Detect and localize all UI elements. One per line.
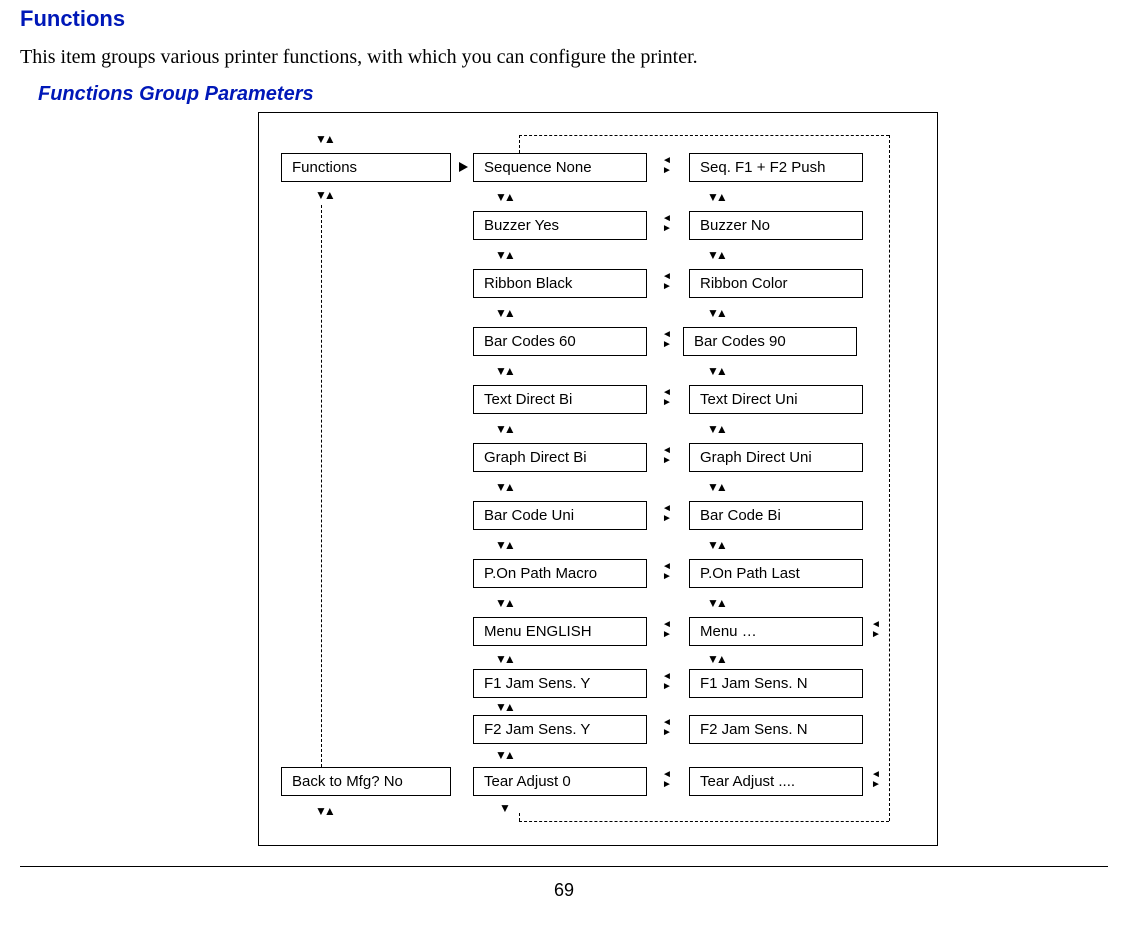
box-functions: Functions <box>281 153 451 182</box>
leftright-icon <box>660 621 680 641</box>
updown-icon <box>707 305 725 321</box>
updown-icon <box>707 189 725 205</box>
right-arrow-icon <box>459 162 468 172</box>
box-f2-jam-n: F2 Jam Sens. N <box>689 715 863 744</box>
leftright-icon <box>660 389 680 409</box>
updown-icon <box>495 421 513 437</box>
box-f1-jam-y: F1 Jam Sens. Y <box>473 669 647 698</box>
box-sequence-none: Sequence None <box>473 153 647 182</box>
box-text-direct-uni: Text Direct Uni <box>689 385 863 414</box>
page-number: 69 <box>0 880 1128 901</box>
updown-icon <box>495 537 513 553</box>
box-graph-direct-uni: Graph Direct Uni <box>689 443 863 472</box>
updown-icon <box>495 363 513 379</box>
box-f1-jam-n: F1 Jam Sens. N <box>689 669 863 698</box>
box-graph-direct-bi: Graph Direct Bi <box>473 443 647 472</box>
section-subtitle: Functions Group Parameters <box>38 83 1108 106</box>
updown-icon <box>495 247 513 263</box>
box-seq-f1f2: Seq. F1 + F2 Push <box>689 153 863 182</box>
updown-icon <box>707 537 725 553</box>
leftright-icon <box>869 771 889 791</box>
box-ribbon-color: Ribbon Color <box>689 269 863 298</box>
box-f2-jam-y: F2 Jam Sens. Y <box>473 715 647 744</box>
dashed-connector <box>889 135 890 821</box>
intro-text: This item groups various printer functio… <box>20 46 1108 69</box>
box-menu-dots: Menu … <box>689 617 863 646</box>
updown-icon <box>495 595 513 611</box>
updown-icon <box>707 595 725 611</box>
page-rule <box>20 866 1108 867</box>
box-back-to-mfg: Back to Mfg? No <box>281 767 451 796</box>
box-buzzer-yes: Buzzer Yes <box>473 211 647 240</box>
leftright-icon <box>660 719 680 739</box>
updown-icon <box>707 479 725 495</box>
box-pon-path-last: P.On Path Last <box>689 559 863 588</box>
updown-icon <box>495 747 513 763</box>
updown-icon <box>707 247 725 263</box>
updown-icon <box>707 421 725 437</box>
updown-icon <box>707 651 725 667</box>
box-barcodes-60: Bar Codes 60 <box>473 327 647 356</box>
box-tear-adjust-0: Tear Adjust 0 <box>473 767 647 796</box>
leftright-icon <box>869 621 889 641</box>
leftright-icon <box>660 215 680 235</box>
updown-icon <box>495 305 513 321</box>
down-arrow-icon <box>499 801 511 815</box>
leftright-icon <box>660 273 680 293</box>
dashed-connector <box>321 205 322 767</box>
box-menu-english: Menu ENGLISH <box>473 617 647 646</box>
leftright-icon <box>660 447 680 467</box>
leftright-icon <box>660 771 680 791</box>
leftright-icon <box>660 157 680 177</box>
leftright-icon <box>660 331 680 351</box>
box-pon-path-macro: P.On Path Macro <box>473 559 647 588</box>
updown-icon <box>495 189 513 205</box>
updown-icon <box>495 699 513 715</box>
box-barcode-bi: Bar Code Bi <box>689 501 863 530</box>
updown-icon <box>495 651 513 667</box>
updown-icon <box>315 803 333 819</box>
leftright-icon <box>660 505 680 525</box>
dashed-connector <box>519 821 889 822</box>
updown-icon <box>707 363 725 379</box>
dashed-connector <box>519 135 520 153</box>
page-title: Functions <box>20 6 1108 32</box>
box-barcodes-90: Bar Codes 90 <box>683 327 857 356</box>
updown-icon <box>495 479 513 495</box>
updown-icon <box>315 187 333 203</box>
dashed-connector <box>519 135 889 136</box>
leftright-icon <box>660 673 680 693</box>
box-tear-adjust-dots: Tear Adjust .... <box>689 767 863 796</box>
dashed-connector <box>519 813 520 821</box>
box-ribbon-black: Ribbon Black <box>473 269 647 298</box>
diagram: Functions Sequence None Buzzer Yes Ribbo… <box>258 112 938 846</box>
leftright-icon <box>660 563 680 583</box>
box-buzzer-no: Buzzer No <box>689 211 863 240</box>
box-barcode-uni: Bar Code Uni <box>473 501 647 530</box>
box-text-direct-bi: Text Direct Bi <box>473 385 647 414</box>
updown-icon <box>315 131 333 147</box>
